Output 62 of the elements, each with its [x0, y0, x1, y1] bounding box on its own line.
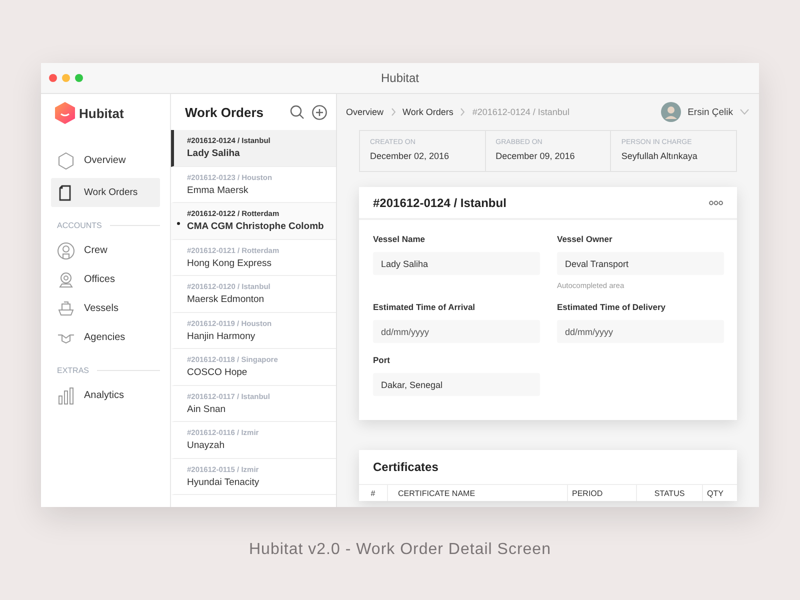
info-value: December 09, 2016 — [496, 151, 576, 161]
bars-icon — [57, 386, 75, 404]
field-label: Vessel Name — [373, 234, 426, 244]
logo-icon — [55, 102, 75, 124]
vessel-name: COSCO Hope — [187, 367, 248, 378]
nav-item[interactable]: Agencies — [51, 323, 160, 352]
input-field[interactable]: Deval Transport — [557, 252, 724, 275]
vessel-name: Hyundai Tenacity — [187, 476, 260, 488]
chevron-icon — [460, 108, 466, 116]
close-icon[interactable] — [49, 74, 57, 82]
input-field[interactable]: dd/mm/yyyy — [557, 320, 724, 343]
column-header[interactable]: CERTIFICATE NAME — [388, 485, 568, 501]
column-header[interactable]: # — [359, 485, 388, 501]
ship-icon — [57, 300, 75, 318]
input-field[interactable]: Dakar, Senegal — [373, 373, 540, 396]
person-icon — [57, 242, 75, 260]
section-heading: ACCOUNTS — [57, 221, 102, 230]
vessel-name: Lady Saliha — [187, 148, 241, 159]
breadcrumb-link[interactable]: Overview — [346, 107, 384, 117]
info-value: December 02, 2016 — [370, 151, 450, 161]
chevron-icon — [390, 108, 396, 116]
nav-item[interactable]: Analytics — [51, 381, 160, 410]
nav-item[interactable]: Offices — [51, 265, 160, 294]
window-title: Hubitat — [380, 71, 420, 85]
vessel-name: Hong Kong Express — [187, 258, 272, 268]
minimize-icon[interactable] — [62, 74, 70, 82]
column-header[interactable]: PERIOD — [568, 485, 637, 501]
section-heading: EXTRAS — [57, 366, 90, 375]
pin-icon — [57, 270, 75, 288]
column-header[interactable]: QTY — [703, 485, 737, 501]
info-value: Seyfullah Altınkaya — [621, 151, 698, 161]
field-label: Estimated Time of Arrival — [373, 302, 476, 312]
add-icon[interactable] — [312, 104, 327, 120]
card-title: #201612-0124 / Istanbul — [373, 196, 506, 210]
hexagon-icon — [57, 152, 75, 170]
nav-item[interactable]: Crew — [51, 236, 160, 265]
avatar[interactable] — [660, 102, 681, 122]
maximize-icon[interactable] — [75, 74, 83, 82]
more-icon[interactable] — [709, 200, 723, 206]
nav-item[interactable]: Overview — [51, 146, 160, 175]
vessel-name: Emma Maersk — [187, 184, 250, 196]
vessel-name: CMA CGM Christophe Colomb — [187, 221, 325, 232]
nav-item[interactable]: Work Orders — [51, 178, 160, 207]
field-label: Vessel Owner — [557, 234, 614, 244]
search-icon[interactable] — [290, 105, 304, 119]
caret-icon[interactable] — [740, 109, 749, 115]
field-label: Estimated Time of Delivery — [557, 302, 666, 312]
column-header[interactable]: STATUS — [637, 485, 703, 501]
logo-text: Hubitat — [79, 106, 124, 120]
user-name[interactable]: Ersin Çelik — [688, 106, 733, 118]
vessel-name: Unayzah — [187, 440, 226, 451]
input-field[interactable]: Lady Saliha — [373, 252, 540, 275]
nav-item[interactable]: Vessels — [51, 294, 160, 323]
card-title: Certificates — [372, 459, 440, 476]
list-title: Work Orders — [185, 104, 265, 120]
vessel-name: Ain Snan — [187, 404, 227, 414]
vessel-name: Hanjin Harmony — [187, 330, 256, 342]
field-label: Port — [373, 355, 391, 365]
breadcrumb-link[interactable]: Work Orders — [402, 107, 454, 117]
input-field[interactable]: dd/mm/yyyy — [373, 320, 540, 343]
vessel-name: Maersk Edmonton — [187, 294, 266, 305]
caption: Hubitat v2.0 - Work Order Detail Screen — [248, 541, 552, 559]
